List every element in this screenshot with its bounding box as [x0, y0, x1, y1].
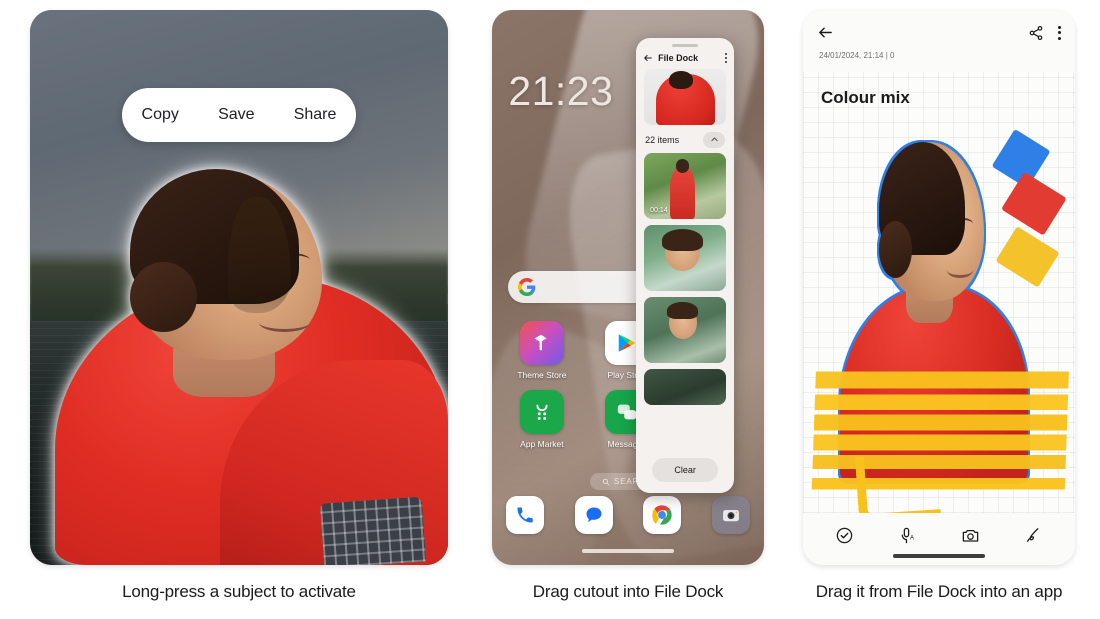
note-app-header: 24/01/2024, 21:14 | 0 — [803, 10, 1075, 72]
video-duration: 00:14 — [650, 206, 668, 214]
note-title[interactable]: Colour mix — [821, 88, 910, 108]
caption-3: Drag it from File Dock into an app — [815, 582, 1063, 601]
note-header-icons — [803, 10, 1075, 41]
paint-roller-glyph — [534, 334, 547, 351]
camera-icon[interactable] — [712, 496, 751, 535]
panel-long-press: Copy Save Share Long-press a subject to … — [30, 10, 448, 601]
cutout-hair-bun — [878, 221, 912, 278]
voice-recording-icon[interactable]: A — [898, 526, 917, 545]
subject-smile — [259, 313, 311, 332]
file-dock-title: File Dock — [658, 52, 699, 63]
thumb-subject — [670, 167, 695, 219]
file-dock-footer: Clear — [636, 446, 735, 493]
home-dock — [505, 496, 751, 535]
thumb-face-hair — [667, 302, 699, 320]
file-dock-count: 22 items — [645, 134, 680, 145]
file-dock-hero-thumbnail[interactable] — [644, 68, 727, 125]
note-metadata: 24/01/2024, 21:14 | 0 — [819, 51, 895, 60]
subject-cutout-highlight[interactable] — [55, 99, 448, 565]
more-vertical-icon[interactable] — [725, 52, 728, 63]
search-icon — [602, 478, 610, 486]
messages-icon[interactable] — [574, 496, 613, 535]
camera-icon[interactable] — [961, 526, 980, 545]
phone-screen-1: Copy Save Share — [30, 10, 448, 565]
phone-screen-3: 24/01/2024, 21:14 | 0 Colour mix A — [803, 10, 1075, 565]
app-market-icon — [519, 389, 564, 434]
chevron-up-icon[interactable] — [703, 131, 726, 148]
chrome-glyph — [652, 505, 673, 526]
copy-button[interactable]: Copy — [136, 102, 185, 128]
share-button[interactable]: Share — [288, 102, 343, 128]
panel-drag-into-app: 24/01/2024, 21:14 | 0 Colour mix A Drag … — [803, 10, 1075, 601]
cutout-context-menu: Copy Save Share — [121, 87, 357, 142]
chevron-up-glyph — [711, 137, 718, 142]
phone-icon[interactable] — [505, 496, 544, 535]
theme-store-icon — [519, 320, 564, 365]
file-dock-item-list: 00:14 — [636, 152, 734, 405]
nav-gesture-bar[interactable] — [892, 554, 986, 558]
cutout-smile — [947, 263, 973, 278]
subject-plaid-detail — [320, 496, 427, 565]
back-arrow-icon[interactable] — [643, 53, 653, 63]
checklist-icon[interactable] — [835, 526, 854, 545]
app-label: App Market — [520, 438, 564, 449]
panel-drag-into-file-dock: 21:23 Theme Store Play Store App Market … — [492, 10, 764, 601]
caption-1: Long-press a subject to activate — [122, 582, 356, 601]
file-dock-header: File Dock — [636, 47, 734, 67]
app-app-market[interactable]: App Market — [508, 389, 575, 449]
pen-icon[interactable] — [1024, 526, 1043, 545]
screenshot-stage: Copy Save Share Long-press a subject to … — [0, 0, 1100, 619]
thumb-subject-head — [676, 159, 690, 173]
file-dock-item[interactable] — [644, 368, 727, 405]
file-dock-item[interactable]: 00:14 — [644, 152, 727, 219]
home-clock: 21:23 — [508, 68, 614, 115]
yellow-highlighter-strokes — [811, 354, 1070, 499]
hero-cutout-head — [668, 70, 694, 89]
chrome-icon[interactable] — [643, 496, 682, 535]
share-icon[interactable] — [1028, 25, 1044, 41]
caption-2: Drag cutout into File Dock — [532, 582, 724, 601]
app-label: Theme Store — [517, 369, 567, 380]
save-button[interactable]: Save — [212, 102, 260, 128]
svg-text:A: A — [910, 534, 915, 541]
app-theme-store[interactable]: Theme Store — [508, 320, 575, 380]
file-dock-count-row: 22 items — [636, 125, 734, 153]
phone-handset-glyph — [517, 507, 533, 523]
camera-glyph — [723, 510, 740, 522]
nav-gesture-bar[interactable] — [581, 548, 675, 553]
clear-button[interactable]: Clear — [652, 457, 718, 482]
phone-screen-2: 21:23 Theme Store Play Store App Market … — [492, 10, 764, 565]
file-dock-item[interactable] — [644, 224, 727, 291]
google-g-icon — [518, 277, 536, 296]
play-triangle-glyph — [618, 334, 636, 352]
chat-bubbles-glyph — [617, 404, 637, 420]
file-dock-item[interactable] — [644, 296, 727, 363]
bag-dots-glyph — [536, 404, 548, 420]
chat-bubble-glyph — [586, 507, 602, 523]
back-arrow-icon[interactable] — [817, 24, 834, 41]
subject-hair-bun — [129, 261, 197, 332]
file-dock-panel: File Dock 22 items 00:14 Clear — [636, 37, 735, 493]
more-vertical-icon[interactable] — [1058, 25, 1061, 40]
thumb-face-hair — [662, 228, 704, 252]
